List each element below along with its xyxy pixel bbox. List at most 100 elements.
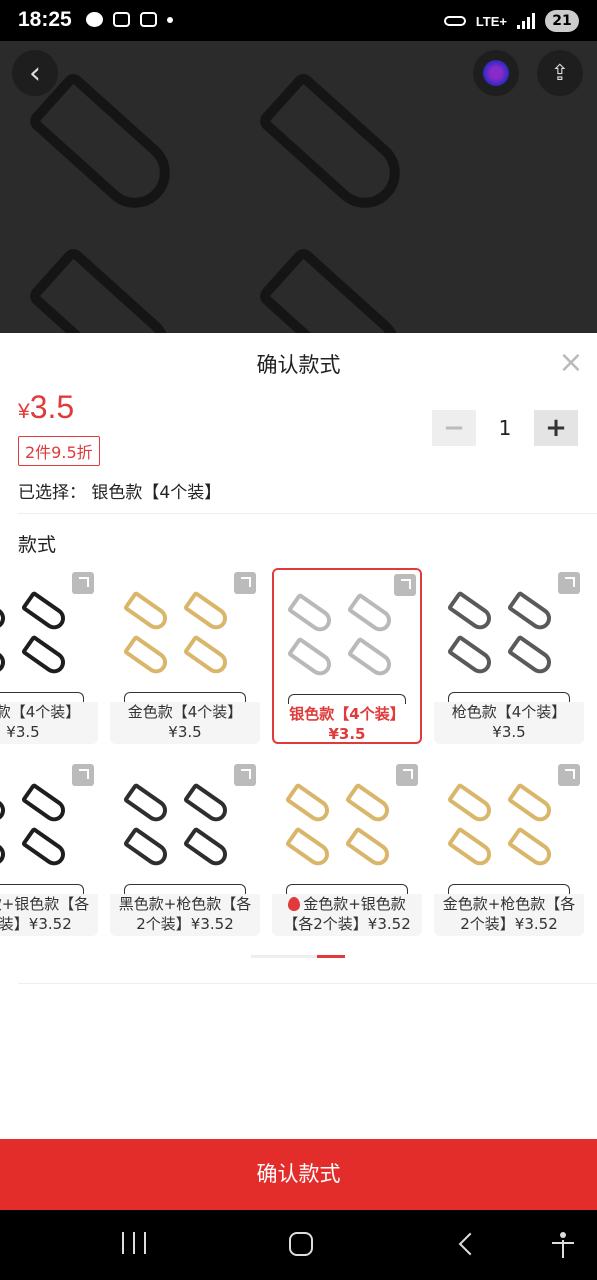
- zipper-pull-thumbnail: [446, 590, 496, 634]
- zipper-pull-thumbnail: [20, 590, 70, 634]
- variant-label-text: 银色款【4个装】¥3.5: [289, 705, 405, 743]
- variant-label: 黑色款+枪色款【各2个装】¥3.52: [114, 894, 256, 936]
- zipper-pull-thumbnail: [346, 636, 396, 680]
- zipper-pull-thumbnail: [122, 782, 172, 826]
- zipper-pull-thumbnail: [344, 826, 394, 870]
- chat-icon: [86, 12, 103, 27]
- variant-card[interactable]: 金色款+枪色款【各2个装】¥3.52: [434, 760, 584, 936]
- variant-label: 黑色款+银色款【各2个装】¥3.52: [0, 894, 94, 936]
- share-icon: ⇪: [550, 60, 570, 86]
- zipper-pull-thumbnail: [122, 590, 172, 634]
- variant-label-text: 黑色款+银色款【各2个装】¥3.52: [0, 895, 90, 933]
- expand-icon[interactable]: [72, 764, 94, 786]
- variant-label-text: 枪色款【4个装】¥3.5: [451, 703, 567, 741]
- recent-apps-icon[interactable]: [122, 1232, 146, 1256]
- variant-thumbnail: [0, 568, 98, 702]
- variant-thumbnail: [434, 568, 584, 702]
- variant-label: 枪色款【4个装】¥3.5: [438, 702, 580, 744]
- packaging-card: [124, 884, 246, 894]
- variant-thumbnail: [110, 760, 260, 894]
- zipper-pull-thumbnail: [506, 782, 556, 826]
- vpn-key-icon: [443, 16, 466, 26]
- zipper-pull-thumbnail: [182, 782, 232, 826]
- packaging-card: [448, 692, 570, 702]
- back-icon: ‹: [29, 55, 41, 91]
- variant-label: 黑色款【4个装】¥3.5: [0, 702, 94, 744]
- zipper-pull-thumbnail: [506, 590, 556, 634]
- variant-thumbnail: [110, 568, 260, 702]
- notification-icons: [86, 12, 173, 27]
- battery-icon: 21: [545, 10, 579, 32]
- expand-icon[interactable]: [234, 572, 256, 594]
- variant-label-text: 金色款【4个装】¥3.5: [127, 703, 243, 741]
- confirm-button[interactable]: 确认款式: [0, 1139, 597, 1210]
- packaging-card: [286, 884, 408, 894]
- back-button[interactable]: ‹: [12, 50, 58, 96]
- expand-icon[interactable]: [394, 574, 416, 596]
- expand-icon[interactable]: [558, 764, 580, 786]
- zipper-pull-thumbnail: [346, 592, 396, 636]
- discount-badge: 2件9.5折: [18, 436, 100, 466]
- navigation-bar: [0, 1210, 597, 1280]
- zipper-pull-thumbnail: [182, 590, 232, 634]
- zipper-pull-thumbnail: [446, 634, 496, 678]
- signal-icon: [517, 13, 535, 29]
- expand-icon[interactable]: [234, 764, 256, 786]
- variant-label: 银色款【4个装】¥3.5: [278, 704, 416, 743]
- variant-card[interactable]: 金色款【4个装】¥3.5: [110, 568, 260, 744]
- zipper-pull-thumbnail: [182, 826, 232, 870]
- variant-card[interactable]: 金色款+银色款【各2个装】¥3.52: [272, 760, 422, 936]
- section-label: 款式: [18, 534, 57, 556]
- decrease-button[interactable]: −: [432, 410, 476, 446]
- home-icon[interactable]: [289, 1232, 313, 1256]
- variant-card[interactable]: 银色款【4个装】¥3.5: [272, 568, 422, 744]
- zipper-pull-thumbnail: [506, 826, 556, 870]
- packaging-card: [448, 884, 570, 894]
- variant-thumbnail: [434, 760, 584, 894]
- close-icon: ×: [558, 345, 584, 380]
- variant-label-text: 黑色款+枪色款【各2个装】¥3.52: [118, 895, 252, 933]
- zipper-pull-thumbnail: [0, 590, 10, 634]
- sheet-title: 确认款式: [256, 353, 341, 377]
- clock: 18:25: [18, 8, 72, 31]
- increase-button[interactable]: +: [534, 410, 578, 446]
- zipper-pull-thumbnail: [122, 634, 172, 678]
- share-button[interactable]: ⇪: [537, 50, 583, 96]
- accessibility-icon[interactable]: [552, 1232, 574, 1258]
- variant-sheet: 确认款式 × ¥3.5 2件9.5折 − 1 + 已选择： 银色款【4个装】 款…: [0, 333, 597, 1139]
- zipper-pull-thumbnail: [286, 592, 336, 636]
- selected-variant-text: 已选择： 银色款【4个装】: [18, 483, 222, 503]
- zipper-pull-thumbnail: [20, 826, 70, 870]
- expand-icon[interactable]: [396, 764, 418, 786]
- zipper-pull-thumbnail: [0, 826, 10, 870]
- variant-label: 金色款+枪色款【各2个装】¥3.52: [438, 894, 580, 936]
- variant-thumbnail: [0, 760, 98, 894]
- product-image[interactable]: ‹ ⇪: [0, 41, 597, 333]
- expand-icon[interactable]: [72, 572, 94, 594]
- variant-card[interactable]: 黑色款+银色款【各2个装】¥3.52: [0, 760, 98, 936]
- more-notifications-icon: [167, 16, 173, 23]
- packaging-card: [0, 692, 84, 702]
- packaging-card: [0, 884, 84, 894]
- avatar-button[interactable]: [473, 50, 519, 96]
- back-nav-icon[interactable]: [458, 1232, 482, 1256]
- fire-icon: [288, 897, 301, 911]
- quantity-value[interactable]: 1: [476, 416, 534, 440]
- variant-card[interactable]: 枪色款【4个装】¥3.5: [434, 568, 584, 744]
- variant-card[interactable]: 黑色款+枪色款【各2个装】¥3.52: [110, 760, 260, 936]
- system-icons: LTE+ 21: [443, 10, 579, 32]
- variant-thumbnail: [274, 570, 420, 704]
- packaging-card: [288, 694, 406, 704]
- zipper-pull-thumbnail: [286, 636, 336, 680]
- zipper-pull-thumbnail: [344, 782, 394, 826]
- expand-icon[interactable]: [558, 572, 580, 594]
- zipper-pull-thumbnail: [182, 634, 232, 678]
- variant-label-text: 黑色款【4个装】¥3.5: [0, 703, 81, 741]
- variant-thumbnail: [272, 760, 422, 894]
- zipper-pull-thumbnail: [0, 782, 10, 826]
- variant-label-text: 金色款+银色款【各2个装】¥3.52: [283, 895, 411, 933]
- variant-card[interactable]: 黑色款【4个装】¥3.5: [0, 568, 98, 744]
- price-value: 3.5: [29, 389, 75, 425]
- zipper-pull-thumbnail: [446, 782, 496, 826]
- close-button[interactable]: ×: [556, 348, 586, 379]
